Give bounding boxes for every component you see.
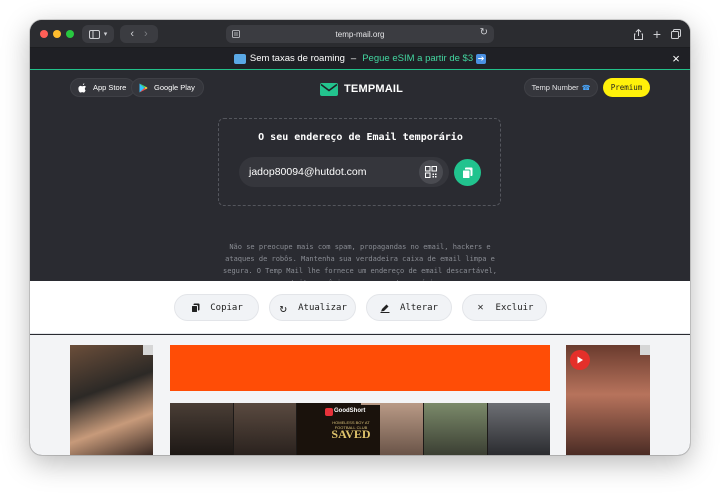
browser-window: ▾ ‹ › temp-mail.org ↻ + Sem taxas de roa… (30, 20, 690, 455)
browser-toolbar: ▾ ‹ › temp-mail.org ↻ + (30, 20, 690, 48)
email-address-value[interactable]: jadop80094@hutdot.com (249, 157, 367, 187)
url-text: temp-mail.org (335, 29, 385, 39)
email-address-field[interactable]: jadop80094@hutdot.com (239, 157, 449, 187)
new-tab-icon[interactable]: + (649, 25, 665, 43)
tempmail-logo[interactable]: TEMPMAIL (320, 80, 403, 98)
ad-frame (170, 403, 234, 455)
copy-button-label: Copiar (210, 302, 243, 313)
tab-overview-icon[interactable] (668, 25, 684, 43)
phone-signal-icon: ☎ (581, 84, 591, 92)
goodshort-ad-banner[interactable]: GoodShort HOMELESS BOY AT FOOTBALL CLUB … (170, 403, 550, 455)
close-window-button[interactable] (40, 30, 48, 38)
change-button-label: Alterar (400, 302, 438, 313)
delete-button-label: Excluir (495, 302, 534, 313)
goodshort-label: GoodShort (334, 408, 366, 414)
sidebar-icon (88, 29, 100, 39)
play-icon (570, 350, 590, 370)
address-bar[interactable]: temp-mail.org ↻ (226, 25, 494, 43)
goodshort-ad: GoodShort HOMELESS BOY AT FOOTBALL CLUB … (322, 405, 380, 455)
left-ad-banner[interactable] (70, 345, 153, 455)
copy-icon (462, 167, 473, 179)
esim-icon (233, 53, 246, 64)
ad-choices-icon[interactable] (143, 345, 153, 355)
refresh-button[interactable]: ↻ Atualizar (269, 294, 356, 321)
sidebar-toggle-button[interactable]: ▾ (82, 25, 114, 43)
google-play-label: Google Play (154, 83, 195, 92)
refresh-icon: ↻ (279, 300, 287, 315)
ad-frame (233, 403, 297, 455)
change-button[interactable]: Alterar (366, 294, 452, 321)
copy-icon (190, 303, 200, 313)
edit-icon (380, 303, 390, 313)
banner-promo-link[interactable]: Pegue eSIM a partir de $3 (362, 53, 473, 64)
goodshort-logo-icon (325, 408, 333, 416)
close-icon: ✕ (477, 302, 484, 313)
top-ad-banner[interactable] (170, 345, 550, 391)
google-play-icon (138, 83, 148, 93)
nav-buttons: ‹ › (120, 25, 158, 43)
banner-separator: – (350, 53, 357, 64)
ad-frame (487, 403, 550, 455)
ad-choices-icon[interactable] (640, 345, 650, 355)
email-box-title: O seu endereço de Email temporário (258, 132, 463, 143)
qr-code-button[interactable] (419, 160, 443, 184)
arrow-right-icon: ➔ (476, 53, 487, 64)
ads-area: GoodShort HOMELESS BOY AT FOOTBALL CLUB … (30, 335, 690, 455)
copy-button[interactable]: Copiar (174, 294, 259, 321)
ad-frame (424, 403, 488, 455)
forward-icon[interactable]: › (144, 28, 148, 40)
roaming-banner[interactable]: Sem taxas de roaming – Pegue eSIM a part… (30, 48, 690, 70)
delete-button[interactable]: ✕ Excluir (462, 294, 547, 321)
reload-icon[interactable]: ↻ (480, 27, 488, 38)
banner-close-icon[interactable]: × (668, 51, 684, 67)
back-icon[interactable]: ‹ (130, 28, 134, 40)
banner-text: Sem taxas de roaming (249, 53, 345, 64)
copy-email-button[interactable] (454, 159, 481, 186)
share-icon[interactable] (630, 25, 646, 43)
action-bar: Copiar ↻ Atualizar Alterar ✕ Excluir (30, 281, 690, 334)
zoom-window-button[interactable] (66, 30, 74, 38)
saved-title: SAVED (331, 427, 371, 441)
temp-number-label: Temp Number (531, 83, 579, 92)
premium-button[interactable]: Premium (603, 78, 650, 97)
chevron-down-icon: ▾ (103, 31, 108, 38)
refresh-button-label: Atualizar (298, 302, 347, 313)
qr-code-icon (425, 166, 437, 178)
page-settings-icon[interactable] (232, 30, 240, 38)
email-box: O seu endereço de Email temporário jadop… (218, 118, 501, 206)
hero-section: App Store Google Play TEMPMAIL Temp Numb… (30, 71, 690, 287)
minimize-window-button[interactable] (53, 30, 61, 38)
app-store-label: App Store (93, 83, 127, 92)
logo-text: TEMPMAIL (344, 83, 404, 95)
temp-number-button[interactable]: Temp Number ☎ (524, 78, 598, 97)
right-ad-banner[interactable] (566, 345, 650, 455)
envelope-logo-icon (320, 82, 338, 96)
apple-icon (77, 82, 87, 93)
google-play-button[interactable]: Google Play (131, 78, 204, 97)
app-store-button[interactable]: App Store (70, 78, 136, 97)
